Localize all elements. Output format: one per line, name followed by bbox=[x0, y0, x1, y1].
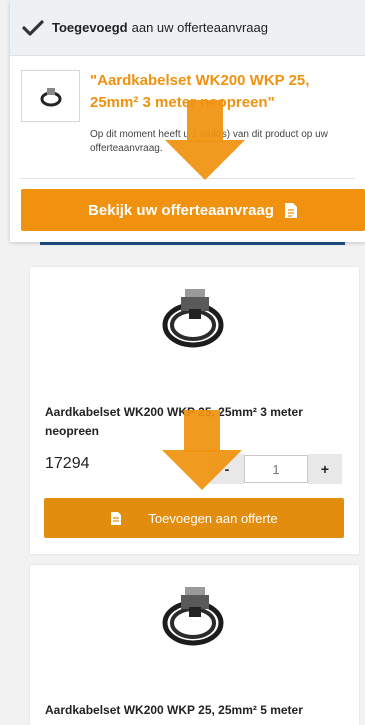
view-quote-button[interactable]: Bekijk uw offerteaanvraag bbox=[21, 189, 365, 231]
document-icon bbox=[284, 202, 297, 218]
popup-header: Toegevoegd aan uw offerteaanvraag bbox=[10, 0, 365, 56]
product-title[interactable]: Aardkabelset WK200 WKP 25, 25mm² 5 meter bbox=[45, 701, 335, 720]
cable-clamp-image bbox=[162, 587, 224, 646]
document-icon bbox=[111, 511, 122, 525]
qty-increase-button[interactable]: + bbox=[308, 454, 342, 484]
qty-input[interactable] bbox=[244, 455, 308, 483]
product-card: Aardkabelset WK200 WKP 25, 25mm² 5 meter bbox=[30, 565, 359, 725]
cable-clamp-image bbox=[162, 289, 224, 348]
view-quote-label: Bekijk uw offerteaanvraag bbox=[88, 201, 274, 219]
add-to-quote-label: Toevoegen aan offerte bbox=[148, 510, 278, 526]
popup-product-thumbnail bbox=[21, 70, 80, 122]
cable-clamp-image bbox=[40, 88, 61, 107]
add-to-quote-button[interactable]: Toevoegen aan offerte bbox=[44, 498, 344, 538]
checkmark-icon bbox=[22, 19, 44, 36]
product-sku: 17294 bbox=[45, 455, 90, 472]
down-arrow-overlay bbox=[162, 410, 242, 490]
added-rest-label: aan uw offerteaanvraag bbox=[131, 20, 268, 35]
down-arrow-overlay bbox=[165, 100, 245, 180]
added-bold-label: Toegevoegd bbox=[52, 20, 128, 35]
